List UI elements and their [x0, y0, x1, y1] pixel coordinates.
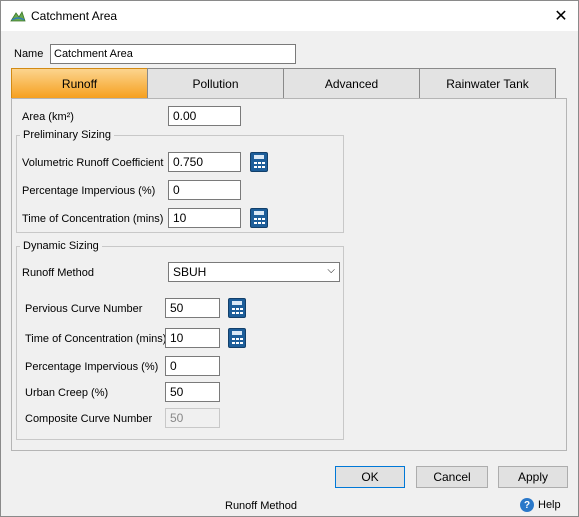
name-input[interactable] — [50, 44, 296, 64]
window-title: Catchment Area — [31, 9, 118, 23]
composite-curve-number-label: Composite Curve Number — [25, 413, 153, 425]
chevron-down-icon: ⌵ — [327, 265, 335, 276]
status-text: Runoff Method — [225, 500, 297, 512]
name-label: Name — [14, 48, 44, 60]
dynamic-pct-impervious-label: Percentage Impervious (%) — [25, 361, 159, 373]
runoff-coefficient-input[interactable] — [168, 152, 241, 172]
calculator-icon[interactable] — [250, 152, 268, 172]
pervious-curve-number-label: Pervious Curve Number — [25, 303, 143, 315]
pervious-curve-number-input[interactable] — [165, 298, 220, 318]
dynamic-sizing-title: Dynamic Sizing — [20, 240, 102, 252]
composite-curve-number-input — [165, 408, 220, 428]
dynamic-pct-impervious-input[interactable] — [165, 356, 220, 376]
calculator-icon[interactable] — [228, 298, 246, 318]
catchment-app-icon — [10, 11, 26, 22]
time-of-concentration-label: Time of Concentration (mins) — [22, 213, 164, 225]
calculator-icon[interactable] — [250, 208, 268, 228]
runoff-method-select[interactable]: SBUH ⌵ — [168, 262, 340, 282]
urban-creep-label: Urban Creep (%) — [25, 387, 109, 399]
cancel-button[interactable]: Cancel — [416, 466, 488, 488]
area-input[interactable] — [168, 106, 241, 126]
dynamic-toc-input[interactable] — [165, 328, 220, 348]
pct-impervious-label: Percentage Impervious (%) — [22, 185, 156, 197]
help-button[interactable]: ? Help — [520, 498, 561, 512]
ok-button[interactable]: OK — [335, 466, 405, 488]
tab-rainwater-tank[interactable]: Rainwater Tank — [419, 68, 556, 99]
tab-strip: Runoff Pollution Advanced Rainwater Tank — [11, 68, 556, 99]
tab-advanced[interactable]: Advanced — [283, 68, 420, 99]
calculator-icon[interactable] — [228, 328, 246, 348]
pct-impervious-input[interactable] — [168, 180, 241, 200]
runoff-tab-panel: Area (km²) Preliminary Sizing Volumetric… — [11, 98, 567, 451]
close-icon[interactable]: ✕ — [550, 5, 572, 27]
dynamic-toc-label: Time of Concentration (mins) — [25, 333, 167, 345]
runoff-coefficient-label: Volumetric Runoff Coefficient — [22, 157, 164, 169]
area-label: Area (km²) — [22, 111, 74, 123]
tab-pollution[interactable]: Pollution — [147, 68, 284, 99]
title-bar: Catchment Area ✕ — [1, 1, 578, 31]
apply-button[interactable]: Apply — [498, 466, 568, 488]
help-label: Help — [538, 499, 561, 511]
runoff-method-value: SBUH — [173, 265, 207, 279]
runoff-method-label: Runoff Method — [22, 267, 94, 279]
time-of-concentration-input[interactable] — [168, 208, 241, 228]
help-icon: ? — [520, 498, 534, 512]
catchment-area-dialog: Catchment Area ✕ Name Runoff Pollution A… — [0, 0, 579, 517]
preliminary-sizing-title: Preliminary Sizing — [20, 129, 115, 141]
tab-runoff[interactable]: Runoff — [11, 68, 148, 99]
urban-creep-input[interactable] — [165, 382, 220, 402]
